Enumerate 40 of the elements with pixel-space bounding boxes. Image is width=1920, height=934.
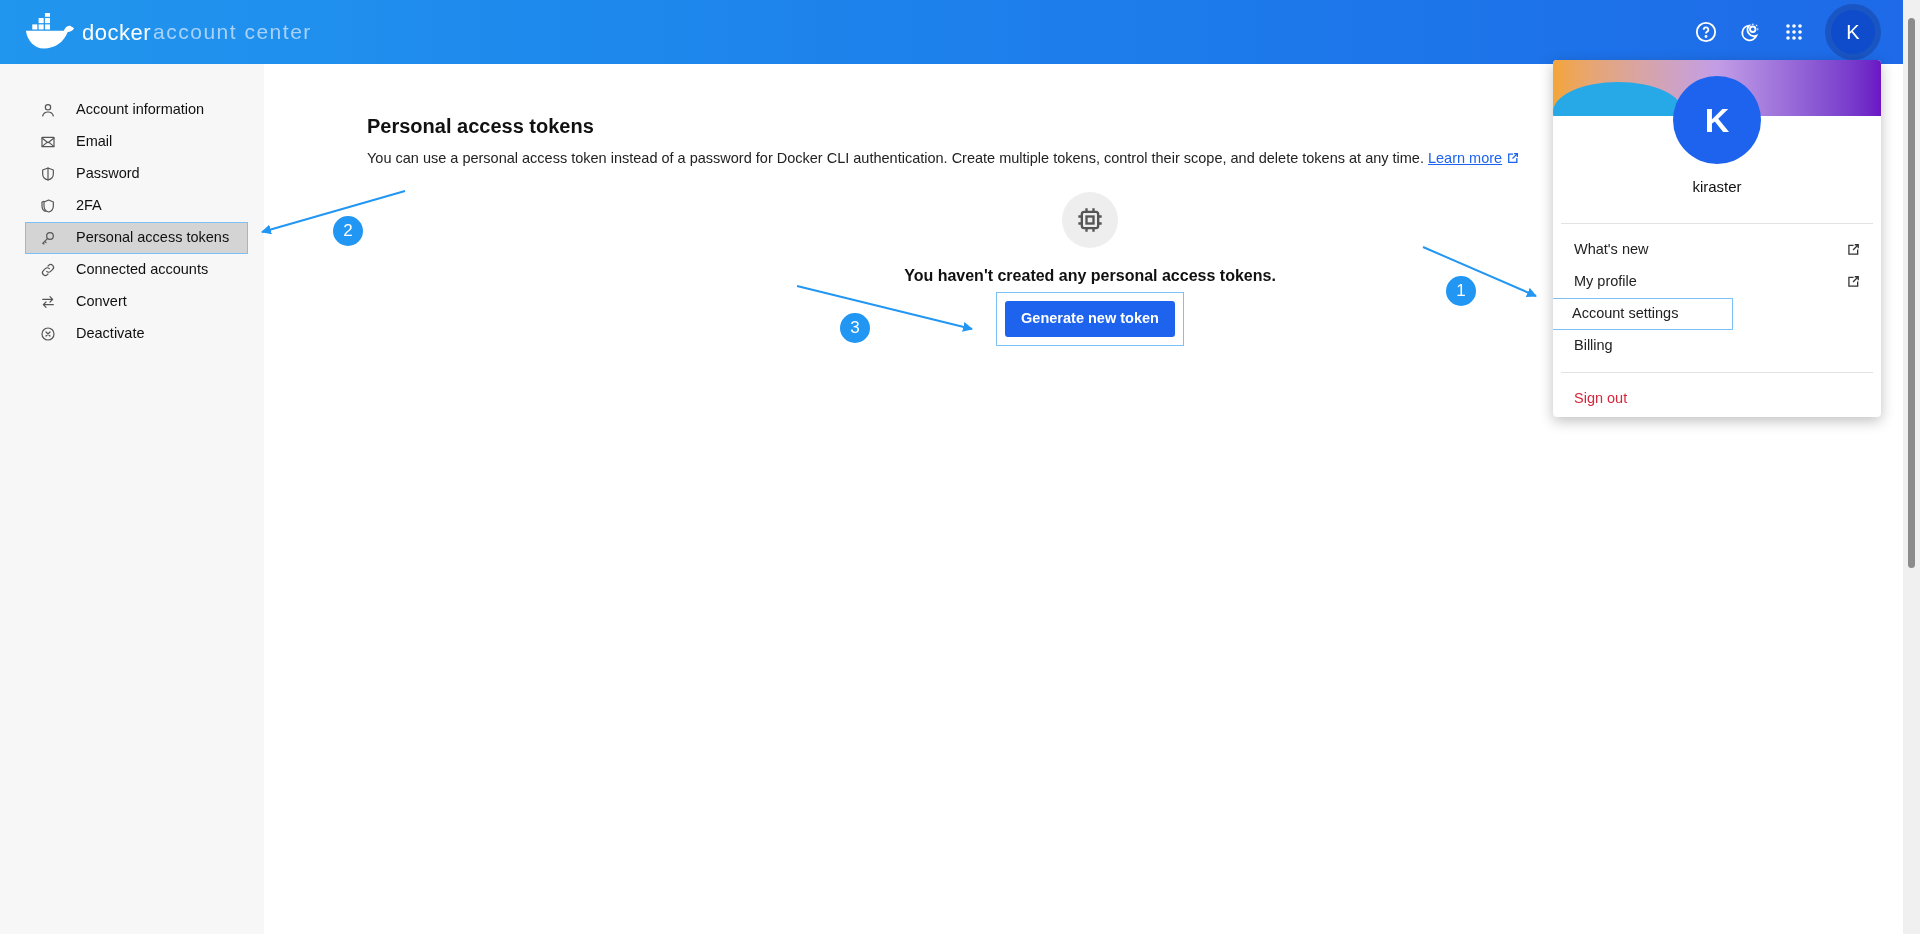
swap-arrows-icon <box>40 294 56 310</box>
sidebar-item[interactable]: Deactivate <box>25 318 248 350</box>
sidebar-item[interactable]: Convert <box>25 286 248 318</box>
description-text: You can use a personal access token instead of a password for Docker CLI authentication. Create multiple tokens, control their scope, and delete tokens at any time. <box>367 149 1424 168</box>
whale-logo-icon <box>24 13 76 51</box>
page-title: Personal access tokens <box>367 114 594 139</box>
external-link-icon <box>1846 274 1860 289</box>
link-icon <box>40 262 56 278</box>
sidebar-item[interactable]: 2FA <box>25 190 248 222</box>
help-icon[interactable] <box>1693 19 1719 45</box>
external-link-icon <box>1506 152 1520 166</box>
avatar-button[interactable]: K <box>1825 4 1881 60</box>
key-icon <box>40 230 56 246</box>
sidebar-item[interactable]: Password <box>25 158 248 190</box>
step-number-badge: 3 <box>840 313 870 343</box>
envelope-icon <box>40 134 56 150</box>
logo-wordmark: docker <box>82 18 152 47</box>
external-link-icon <box>1846 242 1860 257</box>
x-circle-icon <box>40 326 56 342</box>
scrollbar[interactable] <box>1903 0 1920 934</box>
menu-item[interactable]: Account settings <box>1553 297 1733 330</box>
sidebar-item[interactable]: Account information <box>25 94 248 126</box>
sidebar-item[interactable]: Personal access tokens <box>25 222 248 254</box>
shield-icon <box>40 166 56 182</box>
person-icon <box>40 102 56 118</box>
menu-item[interactable]: Sign out <box>1553 382 1881 415</box>
logo-product-name: account center <box>153 19 312 46</box>
username: kiraster <box>1692 177 1742 197</box>
menu-item[interactable]: Billing <box>1553 329 1881 362</box>
step-number-badge: 2 <box>333 216 363 246</box>
step-number-badge: 1 <box>1446 276 1476 306</box>
sidebar-item[interactable]: Connected accounts <box>25 254 248 286</box>
menu-item[interactable]: What's new <box>1553 233 1881 266</box>
profile-avatar: K <box>1673 76 1761 164</box>
learn-more-link[interactable]: Learn more <box>1427 148 1520 170</box>
generate-token-button[interactable]: Generate new token <box>1005 300 1175 337</box>
empty-state-message: You haven't created any personal access tokens. <box>904 265 1276 286</box>
shield-icon <box>40 198 56 214</box>
sidebar-item[interactable]: Email <box>25 126 248 158</box>
menu-item[interactable]: My profile <box>1553 265 1881 298</box>
